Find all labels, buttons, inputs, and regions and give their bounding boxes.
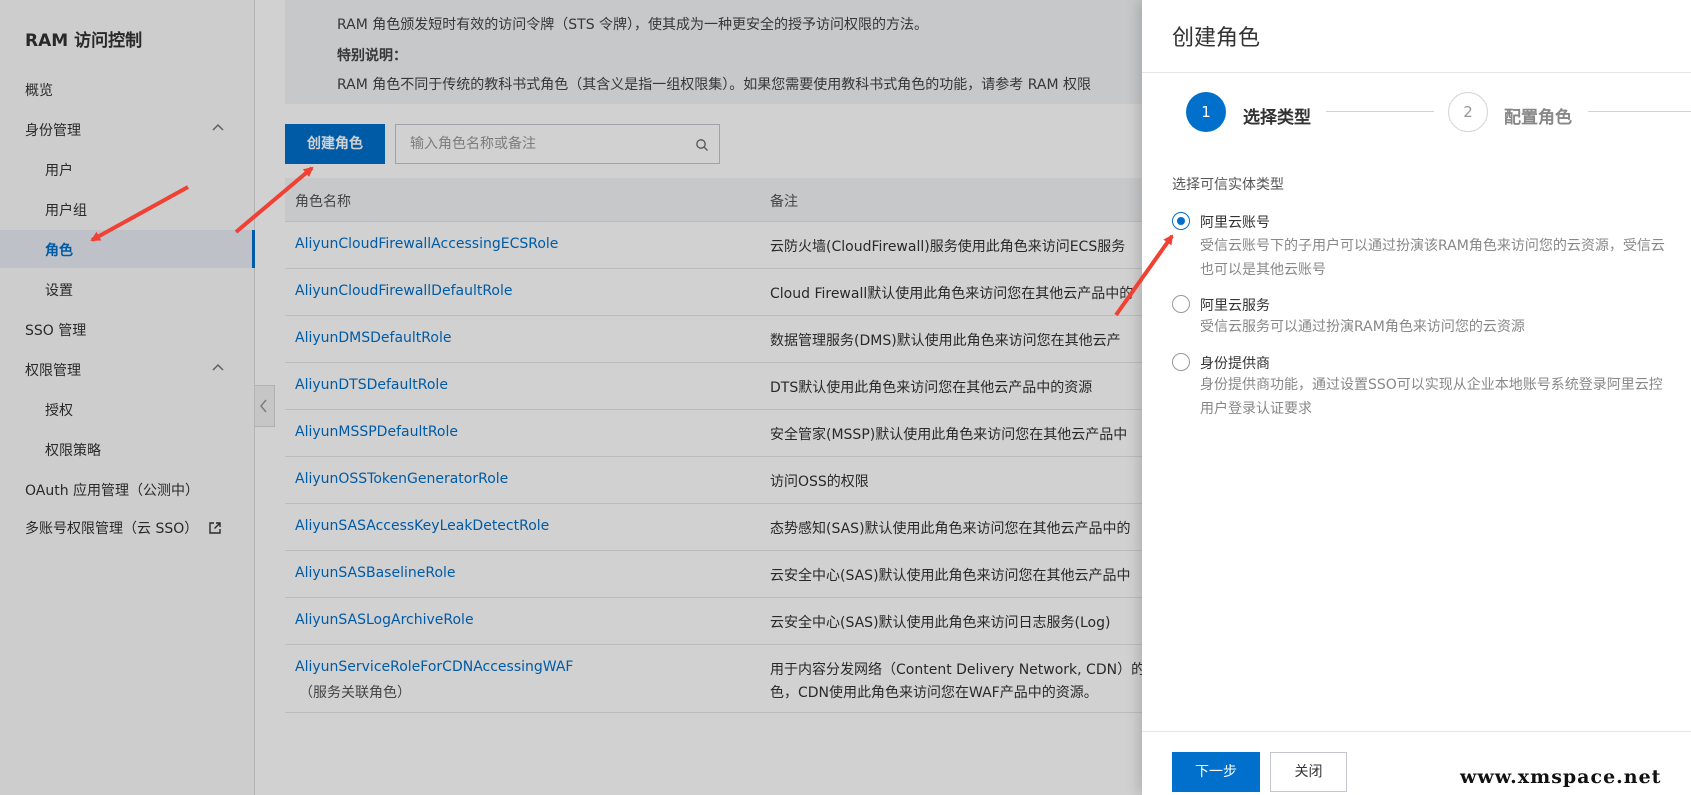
radio-aliyun-service[interactable] (1172, 295, 1190, 313)
option-description: 用户登录认证要求 (1200, 401, 1312, 417)
modal-overlay[interactable] (0, 0, 1142, 795)
step-connector (1588, 111, 1691, 112)
divider (1142, 731, 1691, 732)
option-label[interactable]: 身份提供商 (1200, 353, 1270, 373)
section-label: 选择可信实体类型 (1172, 177, 1284, 193)
option-description: 身份提供商功能，通过设置SSO可以实现从企业本地账号系统登录阿里云控 (1200, 377, 1663, 393)
radio-aliyun-account[interactable] (1172, 212, 1190, 230)
watermark: www.xmspace.net (1460, 766, 1662, 788)
option-label[interactable]: 阿里云服务 (1200, 295, 1270, 315)
create-role-drawer: 创建角色 1 选择类型 2 配置角色 选择可信实体类型 阿里云账号 受信云账号下… (1142, 0, 1691, 795)
step-2-indicator: 2 (1448, 92, 1488, 132)
option-description: 也可以是其他云账号 (1200, 262, 1326, 278)
option-description: 受信云服务可以通过扮演RAM角色来访问您的云资源 (1200, 319, 1525, 335)
step-1-indicator: 1 (1186, 92, 1226, 132)
step-connector (1326, 111, 1434, 112)
close-button[interactable]: 关闭 (1270, 752, 1347, 792)
step-2-label: 配置角色 (1504, 108, 1572, 128)
option-description: 受信云账号下的子用户可以通过扮演该RAM角色来访问您的云资源，受信云 (1200, 238, 1665, 254)
step-1-label: 选择类型 (1243, 108, 1311, 128)
next-step-button[interactable]: 下一步 (1172, 752, 1260, 792)
radio-identity-provider[interactable] (1172, 353, 1190, 371)
drawer-title: 创建角色 (1172, 26, 1261, 51)
divider (1142, 72, 1691, 73)
option-label[interactable]: 阿里云账号 (1200, 212, 1270, 232)
